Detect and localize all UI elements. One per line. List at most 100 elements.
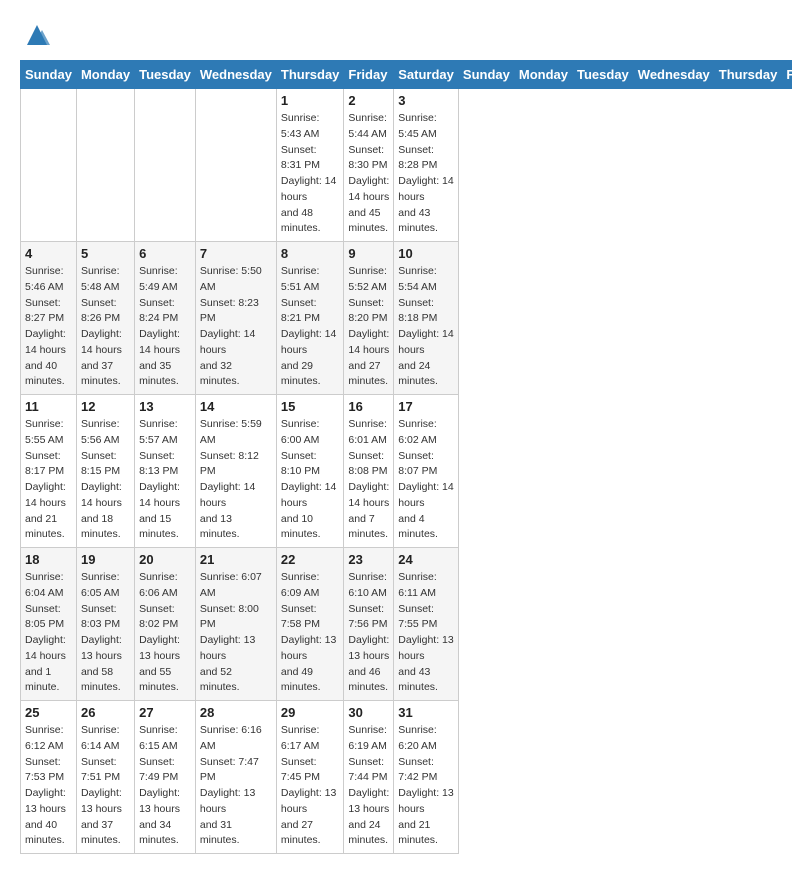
day-number: 22 [281,552,340,567]
day-info: Sunrise: 5:56 AM Sunset: 8:15 PM Dayligh… [81,417,130,543]
calendar-week-3: 11 Sunrise: 5:55 AM Sunset: 8:17 PM Dayli… [21,395,792,548]
calendar-cell: 20 Sunrise: 6:06 AM Sunset: 8:02 PM Dayli… [135,548,196,701]
day-number: 13 [139,399,191,414]
day-info: Sunrise: 6:14 AM Sunset: 7:51 PM Dayligh… [81,723,130,849]
day-number: 16 [348,399,389,414]
day-info: Sunrise: 5:48 AM Sunset: 8:26 PM Dayligh… [81,264,130,390]
day-header-wednesday: Wednesday [195,61,276,89]
day-header-friday: Friday [344,61,394,89]
day-number: 6 [139,246,191,261]
calendar-cell: 10 Sunrise: 5:54 AM Sunset: 8:18 PM Dayli… [394,242,459,395]
day-number: 8 [281,246,340,261]
day-number: 17 [398,399,454,414]
day-info: Sunrise: 5:45 AM Sunset: 8:28 PM Dayligh… [398,111,454,237]
calendar-cell: 9 Sunrise: 5:52 AM Sunset: 8:20 PM Daylig… [344,242,394,395]
calendar-cell: 19 Sunrise: 6:05 AM Sunset: 8:03 PM Dayli… [76,548,134,701]
day-info: Sunrise: 5:44 AM Sunset: 8:30 PM Dayligh… [348,111,389,237]
calendar-cell: 29 Sunrise: 6:17 AM Sunset: 7:45 PM Dayli… [276,701,344,854]
day-info: Sunrise: 6:10 AM Sunset: 7:56 PM Dayligh… [348,570,389,696]
calendar-table: SundayMondayTuesdayWednesdayThursdayFrid… [20,60,792,854]
day-number: 28 [200,705,272,720]
calendar-cell: 6 Sunrise: 5:49 AM Sunset: 8:24 PM Daylig… [135,242,196,395]
calendar-week-5: 25 Sunrise: 6:12 AM Sunset: 7:53 PM Dayli… [21,701,792,854]
day-header-wednesday: Wednesday [633,61,714,89]
day-info: Sunrise: 6:01 AM Sunset: 8:08 PM Dayligh… [348,417,389,543]
day-info: Sunrise: 6:20 AM Sunset: 7:42 PM Dayligh… [398,723,454,849]
day-info: Sunrise: 5:46 AM Sunset: 8:27 PM Dayligh… [25,264,72,390]
calendar-cell: 26 Sunrise: 6:14 AM Sunset: 7:51 PM Dayli… [76,701,134,854]
day-info: Sunrise: 5:55 AM Sunset: 8:17 PM Dayligh… [25,417,72,543]
day-info: Sunrise: 5:52 AM Sunset: 8:20 PM Dayligh… [348,264,389,390]
day-number: 15 [281,399,340,414]
calendar-cell: 25 Sunrise: 6:12 AM Sunset: 7:53 PM Dayli… [21,701,77,854]
day-info: Sunrise: 6:06 AM Sunset: 8:02 PM Dayligh… [139,570,191,696]
calendar-cell: 24 Sunrise: 6:11 AM Sunset: 7:55 PM Dayli… [394,548,459,701]
day-info: Sunrise: 6:07 AM Sunset: 8:00 PM Dayligh… [200,570,272,696]
day-number: 19 [81,552,130,567]
day-info: Sunrise: 5:57 AM Sunset: 8:13 PM Dayligh… [139,417,191,543]
day-header-sunday: Sunday [21,61,77,89]
day-header-sunday: Sunday [458,61,514,89]
calendar-cell: 30 Sunrise: 6:19 AM Sunset: 7:44 PM Dayli… [344,701,394,854]
day-info: Sunrise: 5:54 AM Sunset: 8:18 PM Dayligh… [398,264,454,390]
day-number: 2 [348,93,389,108]
day-number: 25 [25,705,72,720]
day-number: 9 [348,246,389,261]
calendar-cell: 16 Sunrise: 6:01 AM Sunset: 8:08 PM Dayli… [344,395,394,548]
day-info: Sunrise: 6:11 AM Sunset: 7:55 PM Dayligh… [398,570,454,696]
day-info: Sunrise: 6:16 AM Sunset: 7:47 PM Dayligh… [200,723,272,849]
day-header-tuesday: Tuesday [135,61,196,89]
day-header-friday: Friday [782,61,792,89]
calendar-cell: 3Sunrise: 5:45 AM Sunset: 8:28 PM Daylig… [394,89,459,242]
calendar-cell: 4 Sunrise: 5:46 AM Sunset: 8:27 PM Daylig… [21,242,77,395]
calendar-cell: 5 Sunrise: 5:48 AM Sunset: 8:26 PM Daylig… [76,242,134,395]
day-number: 5 [81,246,130,261]
calendar-cell: 22 Sunrise: 6:09 AM Sunset: 7:58 PM Dayli… [276,548,344,701]
calendar-cell: 1Sunrise: 5:43 AM Sunset: 8:31 PM Daylig… [276,89,344,242]
day-number: 24 [398,552,454,567]
day-info: Sunrise: 6:12 AM Sunset: 7:53 PM Dayligh… [25,723,72,849]
day-info: Sunrise: 6:19 AM Sunset: 7:44 PM Dayligh… [348,723,389,849]
day-info: Sunrise: 6:04 AM Sunset: 8:05 PM Dayligh… [25,570,72,696]
day-header-monday: Monday [514,61,572,89]
day-number: 26 [81,705,130,720]
day-info: Sunrise: 6:09 AM Sunset: 7:58 PM Dayligh… [281,570,340,696]
calendar-cell [195,89,276,242]
calendar-cell: 28 Sunrise: 6:16 AM Sunset: 7:47 PM Dayli… [195,701,276,854]
calendar-cell: 27 Sunrise: 6:15 AM Sunset: 7:49 PM Dayli… [135,701,196,854]
calendar-cell: 15Sunrise: 6:00 AM Sunset: 8:10 PM Dayli… [276,395,344,548]
day-number: 29 [281,705,340,720]
calendar-cell [76,89,134,242]
day-number: 14 [200,399,272,414]
day-number: 20 [139,552,191,567]
day-info: Sunrise: 6:15 AM Sunset: 7:49 PM Dayligh… [139,723,191,849]
day-info: Sunrise: 6:02 AM Sunset: 8:07 PM Dayligh… [398,417,454,543]
day-info: Sunrise: 6:05 AM Sunset: 8:03 PM Dayligh… [81,570,130,696]
day-number: 4 [25,246,72,261]
day-info: Sunrise: 6:17 AM Sunset: 7:45 PM Dayligh… [281,723,340,849]
calendar-week-2: 4 Sunrise: 5:46 AM Sunset: 8:27 PM Daylig… [21,242,792,395]
logo [20,20,52,50]
day-number: 30 [348,705,389,720]
page-header [20,20,772,50]
calendar-cell: 7Sunrise: 5:50 AM Sunset: 8:23 PM Daylig… [195,242,276,395]
calendar-cell: 11 Sunrise: 5:55 AM Sunset: 8:17 PM Dayli… [21,395,77,548]
calendar-cell: 31 Sunrise: 6:20 AM Sunset: 7:42 PM Dayli… [394,701,459,854]
calendar-cell: 21Sunrise: 6:07 AM Sunset: 8:00 PM Dayli… [195,548,276,701]
calendar-cell: 17 Sunrise: 6:02 AM Sunset: 8:07 PM Dayli… [394,395,459,548]
day-header-tuesday: Tuesday [573,61,634,89]
day-number: 31 [398,705,454,720]
calendar-header-row: SundayMondayTuesdayWednesdayThursdayFrid… [21,61,792,89]
calendar-cell [21,89,77,242]
day-info: Sunrise: 5:49 AM Sunset: 8:24 PM Dayligh… [139,264,191,390]
day-number: 10 [398,246,454,261]
logo-icon [22,20,52,50]
calendar-cell: 12Sunrise: 5:56 AM Sunset: 8:15 PM Dayli… [76,395,134,548]
day-header-thursday: Thursday [276,61,344,89]
day-number: 7 [200,246,272,261]
day-number: 27 [139,705,191,720]
day-number: 11 [25,399,72,414]
calendar-week-1: 1Sunrise: 5:43 AM Sunset: 8:31 PM Daylig… [21,89,792,242]
calendar-cell: 8 Sunrise: 5:51 AM Sunset: 8:21 PM Daylig… [276,242,344,395]
day-info: Sunrise: 5:51 AM Sunset: 8:21 PM Dayligh… [281,264,340,390]
